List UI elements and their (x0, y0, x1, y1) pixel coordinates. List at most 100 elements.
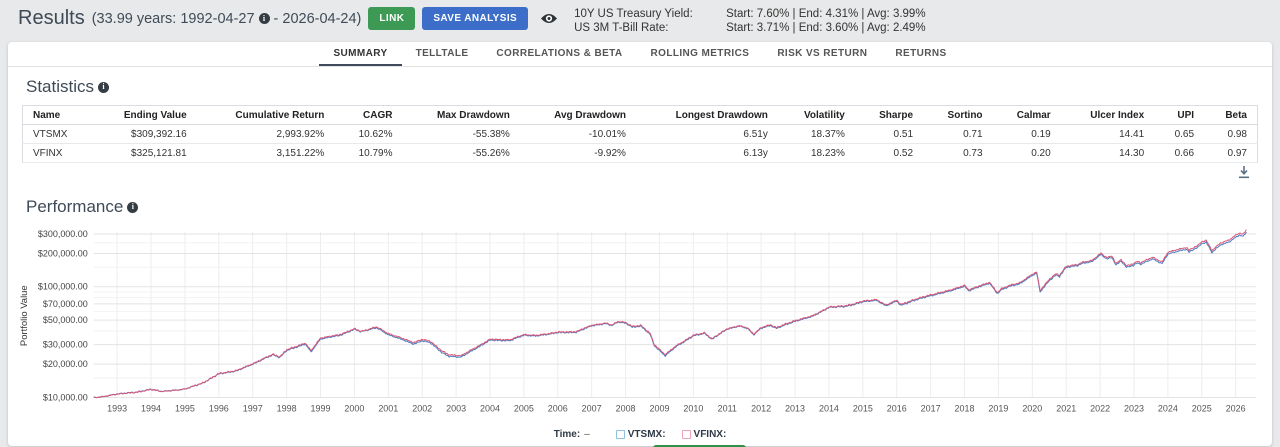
table-cell: 10.62% (334, 124, 403, 144)
table-row: VFINX $325,121.81 3,151.22% 10.79% -55.26% -9… (22, 143, 1258, 163)
tab-summary[interactable]: SUMMARY (319, 42, 402, 66)
x-axis-tick-label: 2020 (1022, 403, 1042, 413)
table-cell: -55.38% (402, 124, 520, 144)
statistics-table-head: Name Ending Value Cumulative Return CAGR Max… (22, 105, 1258, 125)
legend-entries: VTSMX: VFINX: (600, 429, 727, 441)
column-header: Beta (1204, 105, 1258, 125)
x-axis-tick-label: 2006 (548, 403, 568, 413)
legend-checkbox[interactable] (615, 430, 625, 440)
column-header: Calmar (992, 105, 1061, 125)
page-title: Results (18, 7, 85, 29)
table-download-icon[interactable] (1238, 166, 1250, 179)
results-page: Results (33.99 years: 1992-04-27 i - 202… (0, 0, 1280, 447)
y-axis-title: Portfolio Value (19, 285, 30, 346)
x-axis-tick-label: 2013 (785, 403, 805, 413)
x-axis-tick-label: 2001 (378, 403, 398, 413)
x-axis-tick-label: 2005 (514, 403, 534, 413)
y-axis-tick-label: $300,000.00 (38, 229, 88, 239)
table-cell: 0.97 (1204, 143, 1258, 163)
rate-value: Start: 3.71% | End: 3.60% | Avg: 2.49% (726, 22, 926, 34)
legend-time: Time: – (554, 429, 590, 440)
legend-label: VFINX: (693, 429, 727, 441)
x-axis-tick-label: 2007 (582, 403, 602, 413)
column-header: Longest Drawdown (635, 105, 778, 125)
table-cell: -9.92% (519, 143, 636, 163)
legend-item-vtsmx: VTSMX: (615, 429, 666, 440)
info-icon[interactable]: i (127, 201, 139, 213)
date-range-prefix: (33.99 years: 1992-04-27 (91, 10, 255, 27)
table-cell: 0.71 (923, 124, 993, 144)
table-cell: -55.26% (402, 143, 520, 163)
info-icon[interactable]: i (258, 13, 270, 24)
x-axis-tick-label: 2014 (819, 403, 839, 413)
x-axis-tick-label: 2004 (480, 403, 500, 413)
tab-rolling-metrics[interactable]: ROLLING METRICS (637, 42, 764, 66)
x-axis-tick-label: 1994 (141, 403, 161, 413)
eye-icon[interactable] (540, 12, 558, 30)
legend-item-vfinx: VFINX: (681, 429, 727, 441)
x-axis-tick-label: 2018 (955, 403, 975, 413)
table-cell: VTSMX (22, 124, 92, 144)
column-header: Ending Value (91, 105, 197, 125)
performance-chart[interactable]: $10,000.00 $20,000.00 $30,000.00 $50,000.00… (8, 223, 1272, 429)
y-axis-tick-label: $200,000.00 (38, 248, 88, 258)
x-axis-tick-label: 1998 (277, 403, 297, 413)
performance-heading: Performance (26, 197, 124, 216)
rate-label: 10Y US Treasury Yield: (574, 8, 693, 20)
x-axis-tick-label: 1993 (107, 403, 127, 413)
rate-value: Start: 7.60% | End: 4.31% | Avg: 3.99% (726, 8, 926, 20)
header: Results (33.99 years: 1992-04-27 i - 202… (0, 0, 1280, 40)
series-line-vtsmx[interactable] (93, 231, 1247, 399)
table-cell: 0.65 (1154, 124, 1205, 144)
column-header: Sharpe (854, 105, 924, 125)
y-axis-tick-label: $20,000.00 (43, 359, 88, 369)
save-analysis-button[interactable]: SAVE ANALYSIS (422, 7, 529, 30)
column-header: Cumulative Return (196, 105, 335, 125)
statistics-table-body: VTSMX $309,392.16 2,993.92% 10.62% -55.38% -1… (22, 124, 1258, 163)
column-header: Sortino (923, 105, 993, 125)
x-axis-tick-label: 2015 (853, 403, 873, 413)
x-axis-tick-label: 2002 (412, 403, 432, 413)
column-header: Ulcer Index (1060, 105, 1155, 125)
column-header: CAGR (334, 105, 403, 125)
y-axis-tick-label: $30,000.00 (43, 340, 88, 350)
table-cell: -10.01% (519, 124, 636, 144)
table-download-row (8, 163, 1272, 179)
x-axis-tick-label: 2025 (1192, 403, 1212, 413)
x-axis-tick-label: 1997 (243, 403, 263, 413)
series-line-vfinx[interactable] (93, 229, 1247, 399)
table-cell: 0.66 (1154, 143, 1205, 163)
x-axis-tick-label: 2010 (683, 403, 703, 413)
legend-checkbox[interactable] (681, 430, 691, 440)
table-cell: $325,121.81 (91, 143, 197, 163)
table-cell: 0.98 (1204, 124, 1258, 144)
rate-row: US 3M T-Bill Rate: Start: 3.71% | End: 3.… (574, 21, 925, 35)
title-line: Results (33.99 years: 1992-04-27 i - 202… (18, 7, 361, 30)
column-header: UPI (1154, 105, 1205, 125)
link-button[interactable]: LINK (368, 7, 416, 30)
table-cell: 18.37% (777, 124, 855, 144)
performance-chart-svg[interactable]: $10,000.00 $20,000.00 $30,000.00 $50,000.00… (14, 225, 1266, 424)
x-axis-tick-label: 2003 (446, 403, 466, 413)
table-cell: VFINX (22, 143, 92, 163)
tab-risk-vs-return[interactable]: RISK VS RETURN (763, 42, 881, 66)
x-axis-tick-label: 1999 (311, 403, 331, 413)
tab-returns[interactable]: RETURNS (881, 42, 960, 66)
tab-correlations-beta[interactable]: CORRELATIONS & BETA (482, 42, 636, 66)
table-cell: 0.19 (992, 124, 1061, 144)
table-cell: 14.41 (1060, 124, 1155, 144)
x-axis-tick-label: 2022 (1090, 403, 1110, 413)
x-axis-tick-label: 2008 (616, 403, 636, 413)
table-cell: 18.23% (777, 143, 855, 163)
table-cell: 14.30 (1060, 143, 1155, 163)
x-axis-tick-label: 2000 (344, 403, 364, 413)
tab-telltale[interactable]: TELLTALE (402, 42, 483, 66)
table-cell: $309,392.16 (91, 124, 197, 144)
info-icon[interactable]: i (98, 81, 110, 93)
x-axis-tick-label: 2023 (1124, 403, 1144, 413)
x-axis-tick-label: 2009 (649, 403, 669, 413)
rates-block: 10Y US Treasury Yield: Start: 7.60% | End… (574, 7, 925, 35)
x-axis-tick-label: 2011 (718, 403, 737, 413)
legend-time-label: Time: (553, 429, 581, 441)
chart-legend: Time: – VTSMX: VFINX: (8, 429, 1272, 440)
